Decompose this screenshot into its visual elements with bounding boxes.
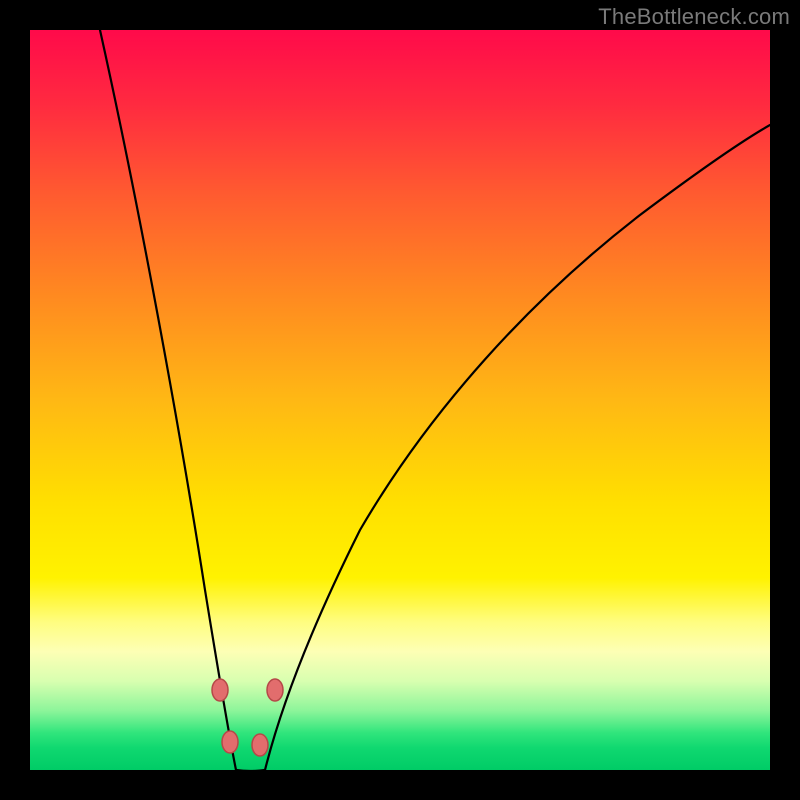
plot-area (30, 30, 770, 770)
marker-dot (267, 679, 283, 701)
marker-dot (222, 731, 238, 753)
watermark-text: TheBottleneck.com (598, 4, 790, 30)
marker-dot (252, 734, 268, 756)
marker-dot (212, 679, 228, 701)
curve-left-branch (100, 30, 236, 770)
curve-right-branch (265, 125, 770, 770)
curve-layer (30, 30, 770, 770)
chart-frame: TheBottleneck.com (0, 0, 800, 800)
